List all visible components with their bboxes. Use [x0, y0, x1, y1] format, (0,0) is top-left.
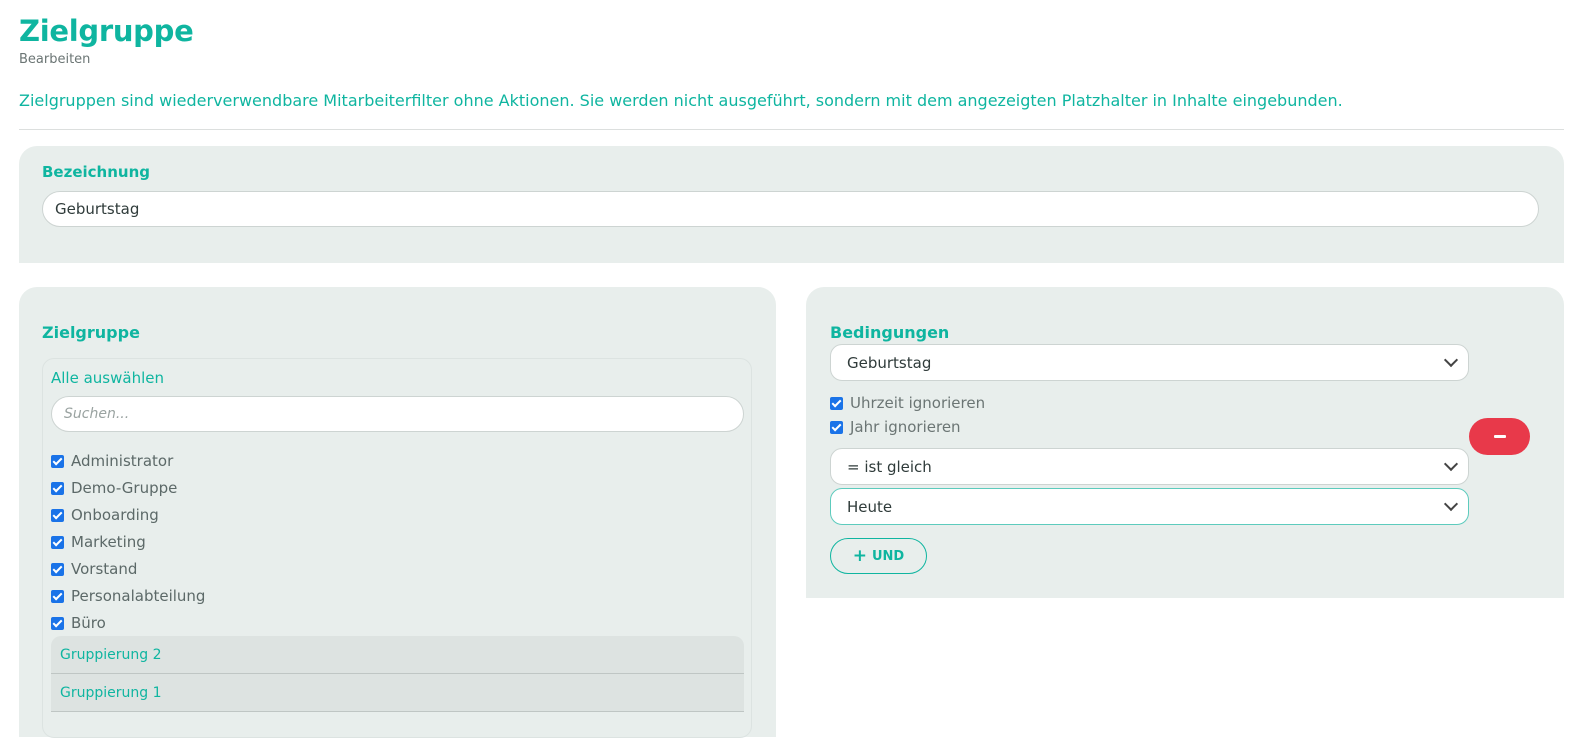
checkbox[interactable]: [51, 589, 64, 603]
name-input[interactable]: [42, 191, 1539, 227]
plus-icon: +: [852, 545, 867, 566]
add-and-button[interactable]: + UND: [830, 538, 927, 574]
checkbox[interactable]: [51, 562, 64, 576]
condition-field-value: Geburtstag: [847, 353, 932, 372]
group-label: Personalabteilung: [71, 587, 206, 605]
divider: [19, 129, 1564, 130]
value-select-value: Heute: [847, 497, 893, 516]
grouping-divider: [51, 711, 744, 712]
condition-field-select[interactable]: Geburtstag: [830, 344, 1469, 381]
group-checkbox-row[interactable]: Administrator: [51, 452, 173, 470]
group-label: Onboarding: [71, 506, 159, 524]
value-select[interactable]: Heute: [830, 488, 1469, 525]
checkbox[interactable]: [51, 454, 64, 468]
chevron-down-icon: [1443, 352, 1459, 368]
group-checkbox-row[interactable]: Vorstand: [51, 560, 137, 578]
select-all-link[interactable]: Alle auswählen: [51, 369, 164, 387]
group-label: Vorstand: [71, 560, 138, 578]
checkbox[interactable]: [51, 616, 64, 630]
add-and-label: UND: [872, 548, 905, 564]
page-subtitle: Bearbeiten: [19, 52, 91, 67]
checkbox[interactable]: [830, 420, 843, 434]
checkbox[interactable]: [830, 396, 843, 410]
group-checkbox-row[interactable]: Marketing: [51, 533, 146, 551]
group-label: Marketing: [71, 533, 146, 551]
ignore-year-row[interactable]: Jahr ignorieren: [830, 418, 961, 436]
operator-value: = ist gleich: [847, 457, 932, 476]
group-checkbox-row[interactable]: Demo-Gruppe: [51, 479, 177, 497]
minus-icon: [1493, 435, 1506, 438]
name-label: Bezeichnung: [42, 163, 150, 181]
ignore-time-label: Uhrzeit ignorieren: [850, 394, 986, 412]
ignore-year-label: Jahr ignorieren: [850, 418, 961, 436]
target-group-label: Zielgruppe: [42, 323, 140, 342]
operator-select[interactable]: = ist gleich: [830, 448, 1469, 485]
grouping-item[interactable]: Gruppierung 2: [51, 636, 744, 673]
intro-text: Zielgruppen sind wiederverwendbare Mitar…: [19, 91, 1343, 110]
group-label: Administrator: [71, 452, 174, 470]
search-input[interactable]: [51, 396, 744, 432]
ignore-time-row[interactable]: Uhrzeit ignorieren: [830, 394, 985, 412]
checkbox[interactable]: [51, 535, 64, 549]
checkbox[interactable]: [51, 481, 64, 495]
group-checkbox-row[interactable]: Onboarding: [51, 506, 159, 524]
chevron-down-icon: [1443, 496, 1459, 512]
chevron-down-icon: [1443, 456, 1459, 472]
group-label: Demo-Gruppe: [71, 479, 178, 497]
group-label: Büro: [71, 614, 106, 632]
checkbox[interactable]: [51, 508, 64, 522]
group-checkbox-row[interactable]: Büro: [51, 614, 106, 632]
remove-condition-button[interactable]: [1469, 418, 1530, 455]
page-title: Zielgruppe: [19, 14, 194, 48]
conditions-label: Bedingungen: [830, 323, 950, 342]
group-checkbox-row[interactable]: Personalabteilung: [51, 587, 205, 605]
grouping-item[interactable]: Gruppierung 1: [51, 674, 744, 711]
